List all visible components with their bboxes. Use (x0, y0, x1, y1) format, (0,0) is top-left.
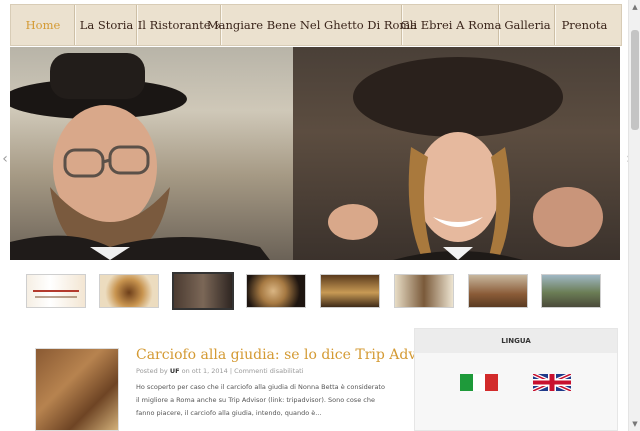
slide-image-man (10, 47, 293, 260)
main-nav: Home La Storia Il Ristorante » Mangiare … (10, 4, 622, 46)
thumb-scroll[interactable] (394, 274, 454, 308)
nav-item-home[interactable]: Home (11, 5, 76, 45)
slider-prev-arrow[interactable]: ‹ (0, 148, 10, 170)
man-illustration (10, 53, 270, 260)
nav-item-galleria[interactable]: Galleria (500, 5, 556, 45)
thumb-people[interactable] (172, 272, 234, 310)
thumb-logo[interactable] (26, 274, 86, 308)
scroll-up-arrow-icon[interactable]: ▲ (629, 0, 640, 14)
hero-slider[interactable] (10, 47, 620, 260)
slide-image-woman (293, 47, 620, 260)
post-thumbnail[interactable] (35, 348, 119, 431)
language-widget: LINGUA (414, 328, 618, 431)
post-meta: Posted by UF on ott 1, 2014 | Commenti d… (136, 367, 304, 375)
language-widget-title: LINGUA (415, 329, 617, 353)
post-title[interactable]: Carciofo alla giudia: se lo dice Trip Ad… (136, 347, 443, 363)
italian-flag-icon[interactable] (460, 374, 499, 391)
thumb-dish[interactable] (99, 274, 159, 308)
nav-item-mangiare-bene[interactable]: Mangiare Bene Nel Ghetto Di Roma (207, 5, 417, 45)
nav-item-prenota[interactable]: Prenota (556, 5, 613, 45)
scroll-down-arrow-icon[interactable]: ▼ (629, 417, 640, 431)
post-excerpt: Ho scoperto per caso che il carciofo all… (136, 383, 385, 417)
thumb-street[interactable] (541, 274, 601, 308)
post-meta-prefix: Posted by (136, 367, 168, 375)
post-date-comments: on ott 1, 2014 | Commenti disabilitati (181, 367, 304, 375)
thumb-book[interactable] (468, 274, 528, 308)
nav-item-la-storia[interactable]: La Storia (76, 5, 138, 45)
english-flag-icon[interactable] (532, 372, 572, 393)
thumb-restaurant[interactable] (320, 274, 380, 308)
scroll-thumb[interactable] (631, 30, 639, 130)
page-scrollbar[interactable]: ▲ ▼ (628, 0, 640, 431)
slider-thumbnails (26, 272, 606, 310)
woman-illustration (328, 57, 603, 260)
thumb-bread[interactable] (246, 274, 306, 308)
nav-item-gli-ebrei[interactable]: Gli Ebrei A Roma (401, 5, 501, 45)
post-author[interactable]: UF (170, 367, 180, 375)
